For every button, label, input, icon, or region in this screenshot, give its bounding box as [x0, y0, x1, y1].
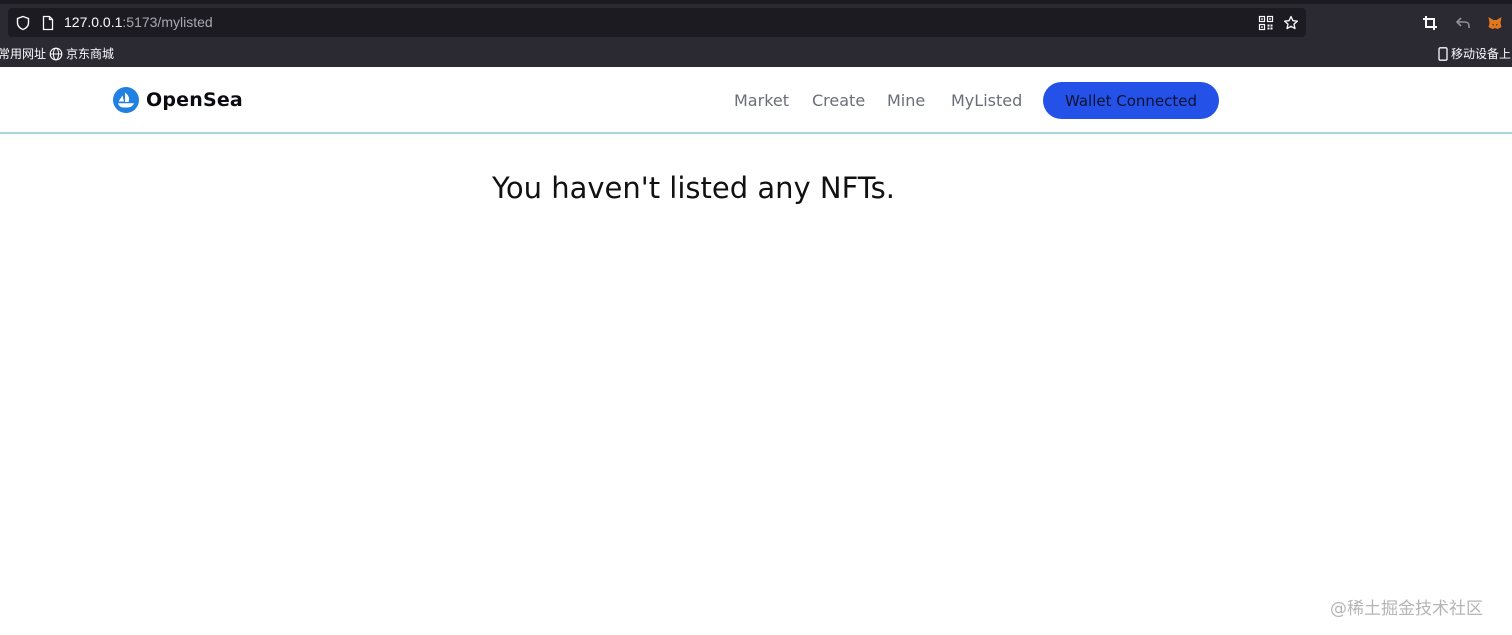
browser-chrome: 127.0.0.1:5173/mylisted 常用网址 京东商城 移动设备上: [0, 0, 1512, 67]
shield-icon[interactable]: [15, 15, 31, 31]
app-header: OpenSea Market Create Mine MyListed Wall…: [0, 67, 1512, 134]
empty-listings-message: You haven't listed any NFTs.: [492, 171, 895, 205]
metamask-fox-icon[interactable]: [1487, 15, 1503, 31]
wallet-connected-button[interactable]: Wallet Connected: [1043, 82, 1219, 119]
nav-mine[interactable]: Mine: [887, 91, 925, 111]
nav-market[interactable]: Market: [734, 91, 789, 111]
mobile-bookmarks[interactable]: 移动设备上的: [1438, 46, 1512, 62]
bookmarks-bar: 常用网址 京东商城 移动设备上的: [0, 42, 1512, 67]
brand-logo-link[interactable]: OpenSea: [113, 87, 243, 113]
url-host: 127.0.0.1: [64, 14, 123, 30]
nav-create[interactable]: Create: [812, 91, 865, 111]
bookmark-item[interactable]: 常用网址: [0, 46, 46, 62]
mobile-bookmarks-label: 移动设备上的: [1451, 47, 1512, 61]
page-icon: [42, 15, 54, 31]
bookmark-item[interactable]: 京东商城: [49, 46, 114, 62]
screenshot-crop-icon[interactable]: [1422, 15, 1438, 31]
watermark: @稀土掘金技术社区: [1330, 599, 1483, 619]
url-path: :5173/mylisted: [122, 14, 213, 30]
opensea-logo-icon: [113, 87, 139, 113]
tab-strip-edge: [0, 0, 1512, 4]
bookmark-label: 京东商城: [66, 47, 115, 61]
brand-name: OpenSea: [146, 89, 243, 111]
back-arrow-icon[interactable]: [1455, 15, 1471, 31]
address-bar[interactable]: 127.0.0.1:5173/mylisted: [8, 8, 1306, 37]
qr-code-icon[interactable]: [1258, 15, 1274, 31]
mobile-phone-icon: [1438, 47, 1448, 61]
url-text[interactable]: 127.0.0.1:5173/mylisted: [64, 14, 213, 31]
bookmark-label: 常用网址: [0, 47, 47, 61]
nav-mylisted[interactable]: MyListed: [951, 91, 1022, 111]
globe-icon: [49, 47, 63, 61]
star-bookmark-icon[interactable]: [1283, 15, 1299, 31]
